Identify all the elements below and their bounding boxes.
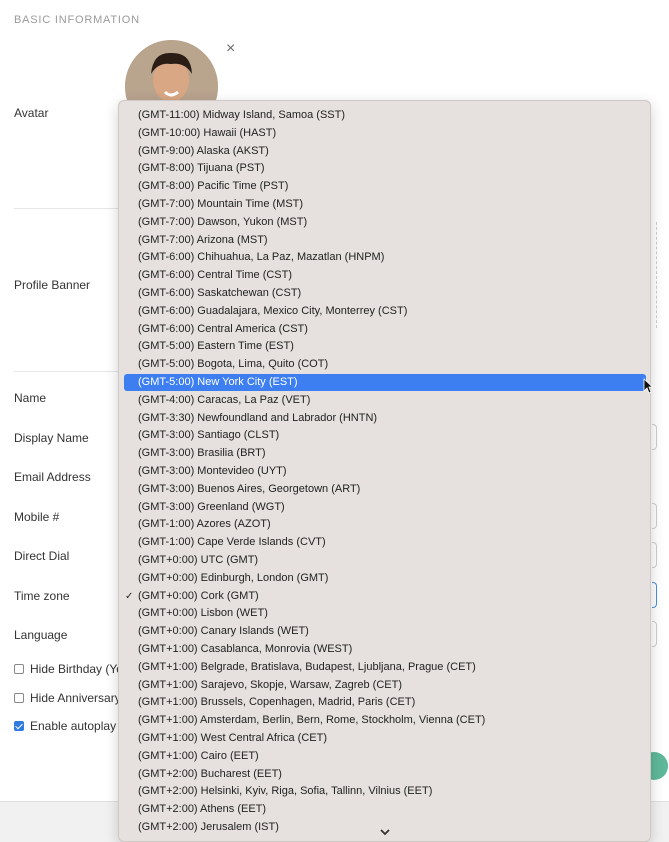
timezone-option[interactable]: (GMT-7:00) Dawson, Yukon (MST) [124, 214, 646, 231]
timezone-option[interactable]: (GMT+1:00) West Central Africa (CET) [124, 730, 646, 747]
hide-anniversary-label: Hide Anniversary [30, 691, 121, 705]
timezone-option[interactable]: (GMT-7:00) Mountain Time (MST) [124, 196, 646, 213]
timezone-option[interactable]: (GMT+2:00) Helsinki, Kyiv, Riga, Sofia, … [124, 783, 646, 800]
timezone-option[interactable]: (GMT-6:00) Saskatchewan (CST) [124, 285, 646, 302]
time-zone-label: Time zone [14, 589, 70, 603]
timezone-option[interactable]: (GMT+0:00) UTC (GMT) [124, 552, 646, 569]
timezone-option[interactable]: (GMT-3:00) Buenos Aires, Georgetown (ART… [124, 481, 646, 498]
timezone-option[interactable]: (GMT+1:00) Sarajevo, Skopje, Warsaw, Zag… [124, 677, 646, 694]
timezone-option[interactable]: (GMT-3:00) Greenland (WGT) [124, 499, 646, 516]
timezone-option[interactable]: (GMT-6:00) Chihuahua, La Paz, Mazatlan (… [124, 249, 646, 266]
timezone-option[interactable]: (GMT-6:00) Central Time (CST) [124, 267, 646, 284]
enable-autoplay-label: Enable autoplay v [30, 719, 126, 733]
timezone-option[interactable]: (GMT+1:00) Amsterdam, Berlin, Bern, Rome… [124, 712, 646, 729]
timezone-option[interactable]: (GMT-8:00) Tijuana (PST) [124, 160, 646, 177]
timezone-option[interactable]: (GMT+1:00) Casablanca, Monrovia (WEST) [124, 641, 646, 658]
timezone-option[interactable]: (GMT+2:00) Athens (EET) [124, 801, 646, 818]
hide-birthday-checkbox[interactable] [14, 664, 24, 674]
direct-dial-field[interactable] [652, 542, 657, 568]
language-label: Language [14, 628, 68, 642]
timezone-option[interactable]: (GMT+1:00) Brussels, Copenhagen, Madrid,… [124, 694, 646, 711]
timezone-option[interactable]: (GMT-8:00) Pacific Time (PST) [124, 178, 646, 195]
hide-anniversary-checkbox[interactable] [14, 693, 24, 703]
divider [14, 371, 120, 372]
direct-dial-label: Direct Dial [14, 549, 70, 563]
timezone-option-label: (GMT+0:00) Cork (GMT) [138, 589, 259, 602]
timezone-option[interactable]: (GMT-4:00) Caracas, La Paz (VET) [124, 392, 646, 409]
timezone-option[interactable]: (GMT-10:00) Hawaii (HAST) [124, 125, 646, 142]
timezone-option[interactable]: (GMT-1:00) Azores (AZOT) [124, 516, 646, 533]
divider [14, 208, 120, 209]
avatar-label: Avatar [14, 106, 49, 120]
timezone-option[interactable]: (GMT+0:00) Lisbon (WET) [124, 605, 646, 622]
timezone-option[interactable]: (GMT-3:00) Brasilia (BRT) [124, 445, 646, 462]
timezone-option[interactable]: (GMT-3:30) Newfoundland and Labrador (HN… [124, 410, 646, 427]
display-name-label: Display Name [14, 431, 89, 445]
mobile-field[interactable] [652, 503, 657, 529]
profile-banner-label: Profile Banner [14, 278, 91, 292]
timezone-option[interactable]: (GMT-5:00) Bogota, Lima, Quito (COT) [124, 356, 646, 373]
timezone-option[interactable]: (GMT+0:00) Edinburgh, London (GMT) [124, 570, 646, 587]
timezone-option[interactable]: (GMT-5:00) Eastern Time (EST) [124, 338, 646, 355]
scroll-down-icon[interactable] [378, 827, 392, 839]
timezone-option[interactable]: (GMT-3:00) Montevideo (UYT) [124, 463, 646, 480]
language-select[interactable] [652, 621, 657, 647]
timezone-option[interactable]: (GMT-11:00) Midway Island, Samoa (SST) [124, 107, 646, 124]
remove-avatar-icon[interactable]: × [226, 41, 235, 57]
timezone-option[interactable]: (GMT-9:00) Alaska (AKST) [124, 143, 646, 160]
name-label: Name [14, 391, 47, 405]
mouse-cursor-icon [643, 378, 653, 394]
display-name-field[interactable] [652, 424, 657, 450]
timezone-option[interactable]: (GMT+1:00) Belgrade, Bratislava, Budapes… [124, 659, 646, 676]
timezone-option[interactable]: (GMT-6:00) Guadalajara, Mexico City, Mon… [124, 303, 646, 320]
timezone-option[interactable]: (GMT+2:00) Bucharest (EET) [124, 766, 646, 783]
email-address-label: Email Address [14, 470, 91, 484]
timezone-dropdown-menu[interactable]: (GMT+2:00) Jerusalem (IST) (GMT+2:00) Ath… [118, 100, 651, 842]
enable-autoplay-checkbox[interactable] [14, 721, 24, 731]
hide-birthday-label: Hide Birthday (Yo [30, 662, 123, 676]
section-title: BASIC INFORMATION [14, 14, 140, 26]
mobile-label: Mobile # [14, 510, 60, 524]
timezone-option[interactable]: (GMT-1:00) Cape Verde Islands (CVT) [124, 534, 646, 551]
profile-banner-dropzone[interactable] [656, 222, 657, 328]
timezone-option[interactable]: (GMT-7:00) Arizona (MST) [124, 232, 646, 249]
timezone-option[interactable]: (GMT+0:00) Canary Islands (WET) [124, 623, 646, 640]
checkmark-icon: ✓ [125, 590, 134, 602]
timezone-option[interactable]: (GMT-6:00) Central America (CST) [124, 321, 646, 338]
timezone-option[interactable]: (GMT-3:00) Santiago (CLST) [124, 427, 646, 444]
time-zone-select[interactable] [652, 582, 657, 608]
timezone-option[interactable]: ✓ (GMT+0:00) Cork (GMT) [124, 588, 646, 605]
timezone-option[interactable]: (GMT-5:00) New York City (EST) [124, 374, 646, 391]
timezone-option[interactable]: (GMT+1:00) Cairo (EET) [124, 748, 646, 765]
